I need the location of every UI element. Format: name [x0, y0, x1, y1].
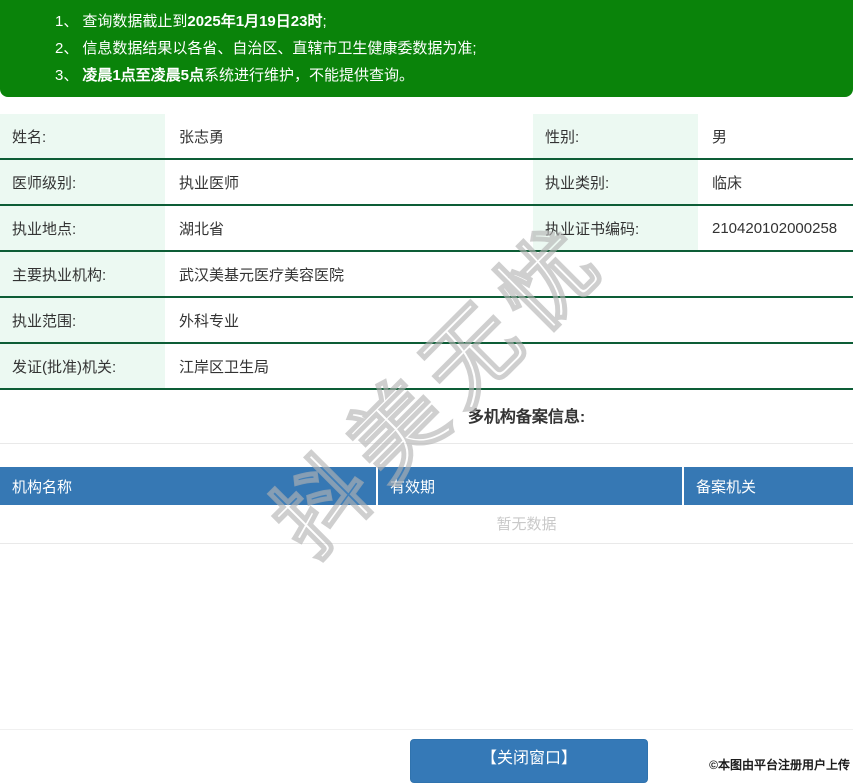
notice-text: 系统进行维护，不能提供查询。 [204, 67, 414, 84]
gender-value: 男 [698, 114, 853, 158]
no-data-placeholder: 暂无数据 [0, 505, 853, 544]
primary-institution-value: 武汉美基元医疗美容医院 [165, 252, 853, 296]
issuing-authority-value: 江岸区卫生局 [165, 344, 853, 388]
table-row-issuing-authority: 发证(批准)机关: 江岸区卫生局 [0, 344, 853, 390]
notice-line-1: 1、查询数据截止到2025年1月19日23时; [55, 8, 843, 35]
doctor-level-label: 医师级别: [0, 160, 165, 204]
certificate-code-label: 执业证书编码: [533, 206, 698, 250]
name-label: 姓名: [0, 114, 165, 158]
notice-number: 3、 [55, 67, 78, 84]
column-header-institution-name: 机构名称 [0, 467, 378, 505]
notice-text-bold: 凌晨1点至凌晨5点 [82, 67, 204, 84]
notice-banner: 1、查询数据截止到2025年1月19日23时; 2、信息数据结果以各省、自治区、… [0, 0, 853, 97]
table-row-location-certificate: 执业地点: 湖北省 执业证书编码: 210420102000258 [0, 206, 853, 252]
certificate-code-value: 210420102000258 [698, 206, 853, 250]
notice-number: 2、 [55, 40, 78, 57]
close-window-button[interactable]: 【关闭窗口】 [410, 739, 648, 783]
name-value: 张志勇 [165, 114, 533, 158]
notice-line-2: 2、信息数据结果以各省、自治区、直辖市卫生健康委数据为准; [55, 35, 843, 62]
doctor-level-value: 执业医师 [165, 160, 533, 204]
notice-number: 1、 [55, 13, 78, 30]
practitioner-info-table: 姓名: 张志勇 性别: 男 医师级别: 执业医师 执业类别: 临床 执业地点: … [0, 114, 853, 390]
issuing-authority-label: 发证(批准)机关: [0, 344, 165, 388]
practice-category-label: 执业类别: [533, 160, 698, 204]
notice-line-3: 3、凌晨1点至凌晨5点系统进行维护，不能提供查询。 [55, 62, 843, 89]
practice-category-value: 临床 [698, 160, 853, 204]
table-row-level-category: 医师级别: 执业医师 执业类别: 临床 [0, 160, 853, 206]
column-header-filing-authority: 备案机关 [684, 467, 853, 505]
practice-location-value: 湖北省 [165, 206, 533, 250]
table-row-primary-institution: 主要执业机构: 武汉美基元医疗美容医院 [0, 252, 853, 298]
primary-institution-label: 主要执业机构: [0, 252, 165, 296]
table-row-practice-scope: 执业范围: 外科专业 [0, 298, 853, 344]
column-header-validity-period: 有效期 [378, 467, 684, 505]
table-row-name-gender: 姓名: 张志勇 性别: 男 [0, 114, 853, 160]
multi-org-table-header: 机构名称 有效期 备案机关 [0, 467, 853, 505]
copyright-watermark-text: ©本图由平台注册用户上传 [709, 756, 850, 773]
footer-divider [0, 729, 853, 730]
gender-label: 性别: [533, 114, 698, 158]
practice-location-label: 执业地点: [0, 206, 165, 250]
notice-text: ; [322, 13, 326, 30]
multi-org-section-title: 多机构备案信息: [0, 403, 853, 433]
section-divider [0, 443, 853, 444]
practice-scope-value: 外科专业 [165, 298, 853, 342]
notice-text: 信息数据结果以各省、自治区、直辖市卫生健康委数据为准; [82, 40, 476, 57]
notice-text: 查询数据截止到 [82, 13, 187, 30]
notice-text-bold: 2025年1月19日23时 [187, 13, 322, 30]
practice-scope-label: 执业范围: [0, 298, 165, 342]
